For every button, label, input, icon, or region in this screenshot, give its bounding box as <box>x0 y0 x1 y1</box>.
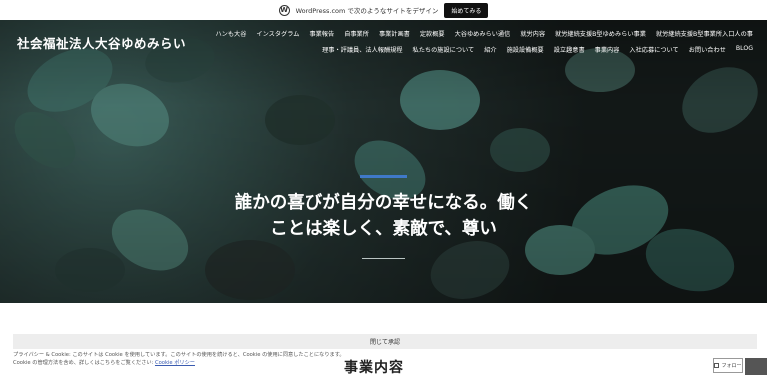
nav-item[interactable]: 理事・評議員、法人報酬規程 <box>322 45 402 54</box>
nav-item[interactable]: 就労継続支援B型事業所入口人の事 <box>656 29 753 38</box>
follow-icon <box>714 363 720 368</box>
hero-overlay <box>0 20 767 303</box>
nav-item[interactable]: 入社応募について <box>629 45 678 54</box>
primary-nav-row-2: 理事・評議員、法人報酬規程 私たちの施設について 紹介 施設設備概要 設立趣意書… <box>322 45 753 54</box>
nav-item[interactable]: 事業内容 <box>595 45 620 54</box>
nav-item[interactable]: 施設設備概要 <box>507 45 544 54</box>
nav-item[interactable]: 就労内容 <box>520 29 545 38</box>
cookie-accept-label: 閉じて承認 <box>369 339 400 346</box>
cookie-notice-text: プライバシー & Cookie: このサイトは Cookie を使用しています。… <box>13 352 345 358</box>
hero-headline-line-1: 誰かの喜びが自分の幸せになる。働く <box>234 193 533 213</box>
nav-item[interactable]: 定款概要 <box>420 29 445 38</box>
nav-item[interactable]: 事業計画書 <box>379 29 410 38</box>
nav-item[interactable]: BLOG <box>736 45 753 54</box>
nav-item[interactable]: 私たちの施設について <box>413 45 475 54</box>
hero-headline-line-2: ことは楽しく、素敵で、尊い <box>270 219 497 239</box>
site-title[interactable]: 社会福祉法人大谷ゆめみらい <box>17 33 186 52</box>
wordpress-logo-icon: W <box>278 4 290 16</box>
nav-item[interactable]: 紹介 <box>484 45 496 54</box>
nav-item[interactable]: ハンも大谷 <box>215 29 246 38</box>
section-heading: 事業内容 <box>344 360 404 376</box>
nav-item[interactable]: お問い合わせ <box>689 45 726 54</box>
nav-item[interactable]: 事業報告 <box>309 29 334 38</box>
banner-text: WordPress.com で次のようなサイトをデザイン <box>295 7 439 15</box>
side-tab[interactable] <box>745 358 767 375</box>
wordpress-banner: W WordPress.com で次のようなサイトをデザイン 始めてみる <box>0 0 767 20</box>
hero-image: 社会福祉法人大谷ゆめみらい ハンも大谷 インスタグラム 事業報告 自事業所 事業… <box>0 20 767 303</box>
primary-nav-row-1: ハンも大谷 インスタグラム 事業報告 自事業所 事業計画書 定款概要 大谷ゆめみ… <box>215 29 753 38</box>
nav-item[interactable]: 就労継続支援B型ゆめみらい事業 <box>555 29 646 38</box>
hero-divider <box>362 258 405 259</box>
follow-button[interactable]: フォロー <box>713 358 743 373</box>
nav-item[interactable]: 自事業所 <box>344 29 369 38</box>
nav-item[interactable]: 設立趣意書 <box>554 45 585 54</box>
nav-item[interactable]: インスタグラム <box>256 29 299 38</box>
cookie-accept-button[interactable]: 閉じて承認 <box>13 334 757 349</box>
hero-headline: 誰かの喜びが自分の幸せになる。働く ことは楽しく、素敵で、尊い <box>150 190 617 242</box>
cookie-policy-link[interactable]: Cookie ポリシー <box>155 360 195 366</box>
follow-label: フォロー <box>721 363 742 369</box>
hero-accent-rule <box>360 175 407 178</box>
get-started-button[interactable]: 始めてみる <box>444 2 489 18</box>
nav-item[interactable]: 大谷ゆめみらい通信 <box>455 29 511 38</box>
cookie-notice-text: Cookie の管理方法を含め、詳しくはこちらをご覧ください: <box>13 360 155 366</box>
